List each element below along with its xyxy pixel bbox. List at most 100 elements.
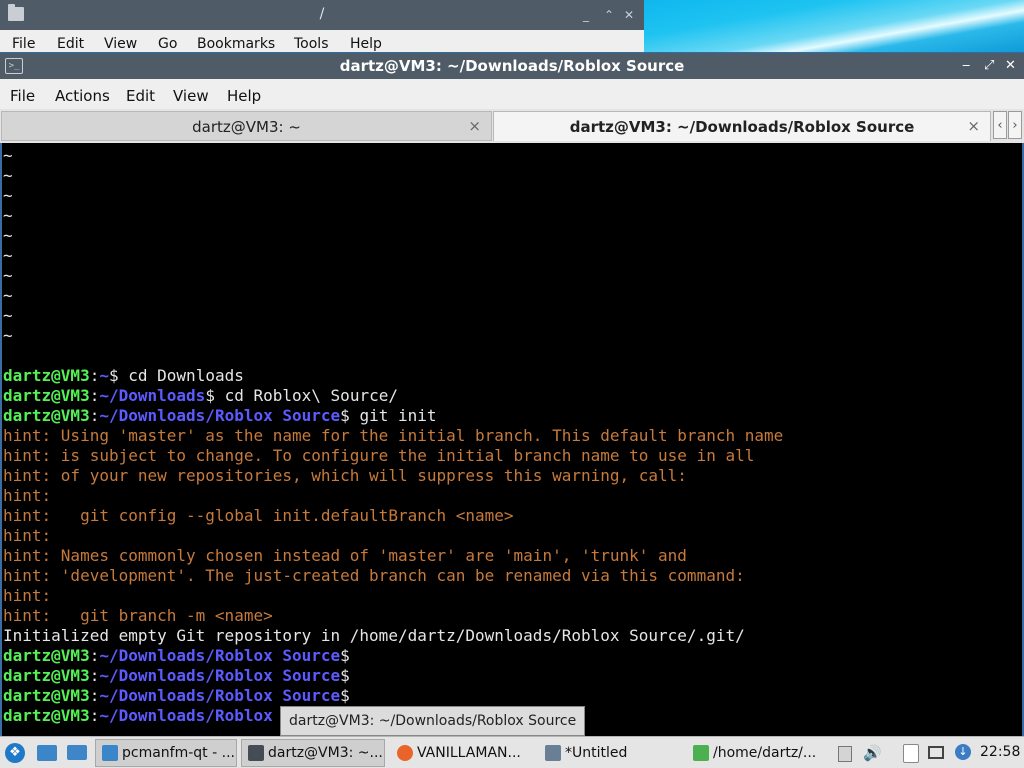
removable-disk-icon[interactable] [838,746,852,762]
close-button[interactable]: ✕ [1005,58,1016,74]
task-label: *Untitled [565,745,628,761]
maximize-button[interactable]: ⌃ [604,8,614,22]
clock[interactable]: 22:58 [980,744,1020,760]
command-text: cd Roblox\ Source/ [214,386,398,405]
folder-icon[interactable] [37,745,57,761]
show-desktop-icon[interactable] [67,745,87,760]
prompt-separator: : [89,686,100,705]
chevron-left-icon[interactable]: ‹ [993,111,1007,139]
menu-tools[interactable]: Tools [294,36,329,52]
terminal-empty-line: ~ [3,206,783,226]
prompt-path: ~/Downloads/Roblox Source [99,666,341,685]
menu-help[interactable]: Help [227,87,261,105]
task-firefox[interactable]: VANILLAMAN... [390,739,532,767]
menu-go[interactable]: Go [158,36,177,52]
menu-edit[interactable]: Edit [57,36,84,52]
maximize-button[interactable]: ⤢ [984,58,994,74]
line-text: hint: Names commonly chosen instead of '… [3,546,687,565]
file-manager-title: / [319,6,325,22]
prompt-sign: $ [340,646,350,665]
prompt-line: dartz@VM3:~/Downloads/Roblox Source$ [3,666,783,686]
prompt-user: dartz@VM3 [3,366,90,385]
menu-file[interactable]: File [10,87,35,105]
menu-bookmarks[interactable]: Bookmarks [197,36,275,52]
tilde-marker: ~ [3,306,13,325]
network-icon[interactable] [928,746,944,759]
task-label: pcmanfm-qt - ... [122,745,235,761]
menu-help[interactable]: Help [350,36,382,52]
menu-view[interactable]: View [104,36,137,52]
prompt-path: ~ [99,366,109,385]
tooltip: dartz@VM3: ~/Downloads/Roblox Source [280,706,586,736]
volume-icon[interactable]: 🔊 [863,744,882,762]
start-menu-icon[interactable]: ❖ [5,743,25,763]
git-hint-line: hint: git branch -m <name> [3,606,783,626]
minimize-button[interactable]: ‒ [962,58,970,74]
prompt-path: ~/Downloads/Roblox Source [99,646,341,665]
menu-edit[interactable]: Edit [126,87,155,105]
file-manager-icon [102,745,118,761]
prompt-path: ~/Downloads [99,386,206,405]
tilde-marker: ~ [3,286,13,305]
tilde-marker: ~ [3,326,13,345]
file-manager-titlebar[interactable]: / _ ⌃ ✕ [0,0,644,30]
prompt-path: ~/Downloads/Roblox [99,706,273,725]
prompt-line: dartz@VM3:~/Downloads/Roblox Source$ [3,686,783,706]
line-text: hint: [3,526,52,545]
line-text: hint: [3,486,52,505]
line-text: hint: git branch -m <name> [3,606,273,625]
tilde-marker: ~ [3,266,13,285]
line-text: hint: of your new repositories, which wi… [3,466,687,485]
terminal-window[interactable]: >_ dartz@VM3: ~/Downloads/Roblox Source … [0,53,1024,736]
command-text: cd Downloads [118,366,244,385]
git-hint-line: hint: [3,526,783,546]
task-terminal[interactable]: dartz@VM3: ~... [241,739,385,767]
file-manager-window[interactable]: / _ ⌃ ✕ File Edit View Go Bookmarks Tool… [0,0,645,52]
task-file-manager[interactable]: pcmanfm-qt - ... [95,739,237,767]
terminal-empty-line: ~ [3,166,783,186]
prompt-sign: $ [108,366,119,385]
tab-home[interactable]: dartz@VM3: ~ × [1,111,492,141]
prompt-path: ~/Downloads/Roblox Source [99,406,341,425]
task-label: VANILLAMAN... [417,745,521,761]
prompt-user: dartz@VM3 [3,406,90,425]
prompt-separator: : [89,406,100,425]
chevron-right-icon[interactable]: › [1008,111,1022,139]
git-hint-line: hint: git config --global init.defaultBr… [3,506,783,526]
update-icon[interactable]: ↓ [955,744,971,760]
terminal-empty-line: ~ [3,306,783,326]
prompt-sign: $ [205,386,215,405]
task-label: dartz@VM3: ~... [268,745,383,761]
line-text: hint: 'development'. The just-created br… [3,566,745,585]
prompt-path: ~/Downloads/Roblox Source [99,686,341,705]
minimize-button[interactable]: _ [583,8,589,22]
terminal-empty-line: ~ [3,286,783,306]
menu-file[interactable]: File [12,36,35,52]
clipboard-icon[interactable] [903,744,919,763]
git-hint-line: hint: [3,486,783,506]
menu-actions[interactable]: Actions [55,87,110,105]
prompt-user: dartz@VM3 [3,706,90,725]
prompt-user: dartz@VM3 [3,686,90,705]
close-button[interactable]: ✕ [624,8,634,22]
task-file-manager-home[interactable]: /home/dartz/... [686,739,828,767]
tab-label: dartz@VM3: ~/Downloads/Roblox Source [569,118,915,136]
close-tab-icon[interactable]: × [468,117,481,135]
line-text: hint: Using 'master' as the name for the… [3,426,784,445]
tilde-marker: ~ [3,186,13,205]
menu-view[interactable]: View [173,87,209,105]
terminal-empty-line: ~ [3,266,783,286]
tab-roblox-source[interactable]: dartz@VM3: ~/Downloads/Roblox Source × [493,111,991,141]
task-text-editor[interactable]: *Untitled [538,739,680,767]
terminal-titlebar[interactable]: >_ dartz@VM3: ~/Downloads/Roblox Source … [0,53,1024,79]
prompt-user: dartz@VM3 [3,386,90,405]
line-text: Initialized empty Git repository in /hom… [3,626,745,645]
terminal-output[interactable]: ~ ~ ~ ~ ~ ~ ~ ~ ~ ~ dartz@VM3:~$ cd Downloads dartz… [0,143,1024,736]
terminal-lines: ~ ~ ~ ~ ~ ~ ~ ~ ~ ~ dartz@VM3:~$ cd Downloads dartz… [3,146,783,726]
tab-bar: dartz@VM3: ~ × dartz@VM3: ~/Downloads/Ro… [0,109,1024,143]
git-hint-line: hint: [3,586,783,606]
git-hint-line: hint: is subject to change. To configure… [3,446,783,466]
terminal-empty-line: ~ [3,326,783,346]
close-tab-icon[interactable]: × [967,117,980,135]
